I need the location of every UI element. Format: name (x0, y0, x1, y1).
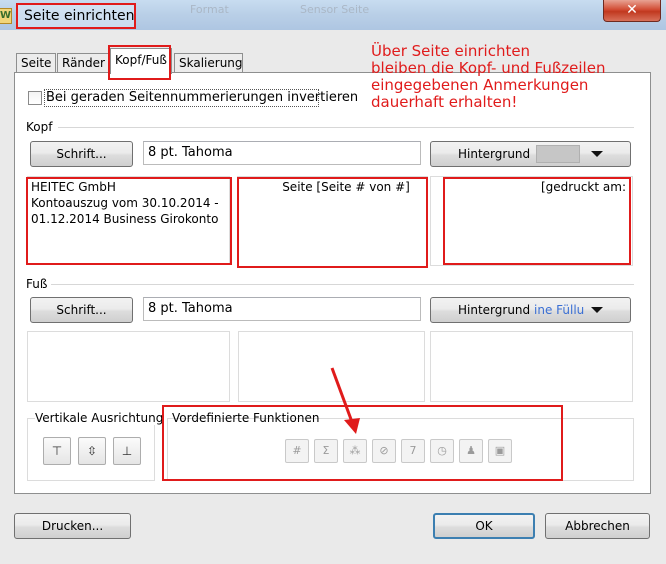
page-count-icon[interactable]: Σ (314, 439, 338, 463)
kopf-right-highlight-box (443, 177, 631, 265)
cancel-button[interactable]: Abbrechen (545, 513, 650, 539)
kopf-background-label: Hintergrund (458, 147, 531, 161)
kopf-center-highlight-box (237, 177, 428, 268)
align-top-button[interactable]: ⊤ (43, 437, 71, 465)
tab-highlight-box (108, 45, 171, 80)
print-button[interactable]: Drucken... (14, 513, 131, 539)
kopf-font-button[interactable]: Schrift... (30, 141, 133, 167)
kopf-divider (58, 127, 634, 128)
calendar-icon[interactable]: 7 (401, 439, 425, 463)
tab-skalierung[interactable]: Skalierung (174, 53, 243, 73)
fuss-group-label: Fuß (26, 277, 52, 291)
fuss-background-label: Hintergrund (458, 303, 531, 317)
invert-checkbox-label[interactable]: Bei geraden Seitennummerierungen inverti… (46, 90, 358, 105)
close-button[interactable]: ✕ (603, 0, 661, 22)
ok-button[interactable]: OK (433, 513, 535, 539)
align-bottom-button[interactable]: ⊥ (113, 437, 141, 465)
fuss-right-textarea[interactable] (430, 331, 633, 402)
time-icon[interactable]: ⊘ (372, 439, 396, 463)
background-app-item: Sensor Seite (300, 3, 370, 16)
tab-raender[interactable]: Ränder (57, 53, 109, 73)
page-number-icon[interactable]: # (285, 439, 309, 463)
invert-checkbox[interactable] (28, 91, 42, 105)
fuss-background-fill: ine Füllu (534, 303, 585, 317)
fuss-left-textarea[interactable] (27, 331, 230, 402)
date-icon[interactable]: ⁂ (343, 439, 367, 463)
annotation-note: Über Seite einrichten bleiben die Kopf- … (371, 42, 606, 111)
align-middle-button[interactable]: ⇳ (78, 437, 106, 465)
background-app-item: Format (190, 3, 229, 16)
user-icon[interactable]: ♟ (459, 439, 483, 463)
fuss-divider (50, 284, 634, 285)
background-color-swatch (536, 145, 580, 163)
computer-icon[interactable]: ▣ (488, 439, 512, 463)
app-icon: W (0, 8, 12, 24)
dropdown-arrow-icon (591, 307, 603, 313)
kopf-left-highlight-box (26, 177, 232, 265)
dropdown-arrow-icon (591, 151, 603, 157)
fuss-font-button[interactable]: Schrift... (30, 297, 133, 323)
tab-seite[interactable]: Seite (16, 53, 56, 73)
kopf-font-field[interactable]: 8 pt. Tahoma (143, 141, 421, 165)
kopf-group-label: Kopf (26, 120, 57, 134)
fuss-font-field[interactable]: 8 pt. Tahoma (143, 297, 421, 321)
fuss-background-button[interactable]: Hintergrund ine Füllu (430, 297, 631, 323)
kopf-background-button[interactable]: Hintergrund (430, 141, 631, 167)
annotation-arrow-icon (330, 367, 360, 434)
clock-icon[interactable]: ◷ (430, 439, 454, 463)
predefined-functions-label: Vordefinierte Funktionen (172, 411, 320, 425)
vertical-alignment-label: Vertikale Ausrichtung (35, 411, 168, 425)
window-title: Seite einrichten (24, 8, 135, 24)
